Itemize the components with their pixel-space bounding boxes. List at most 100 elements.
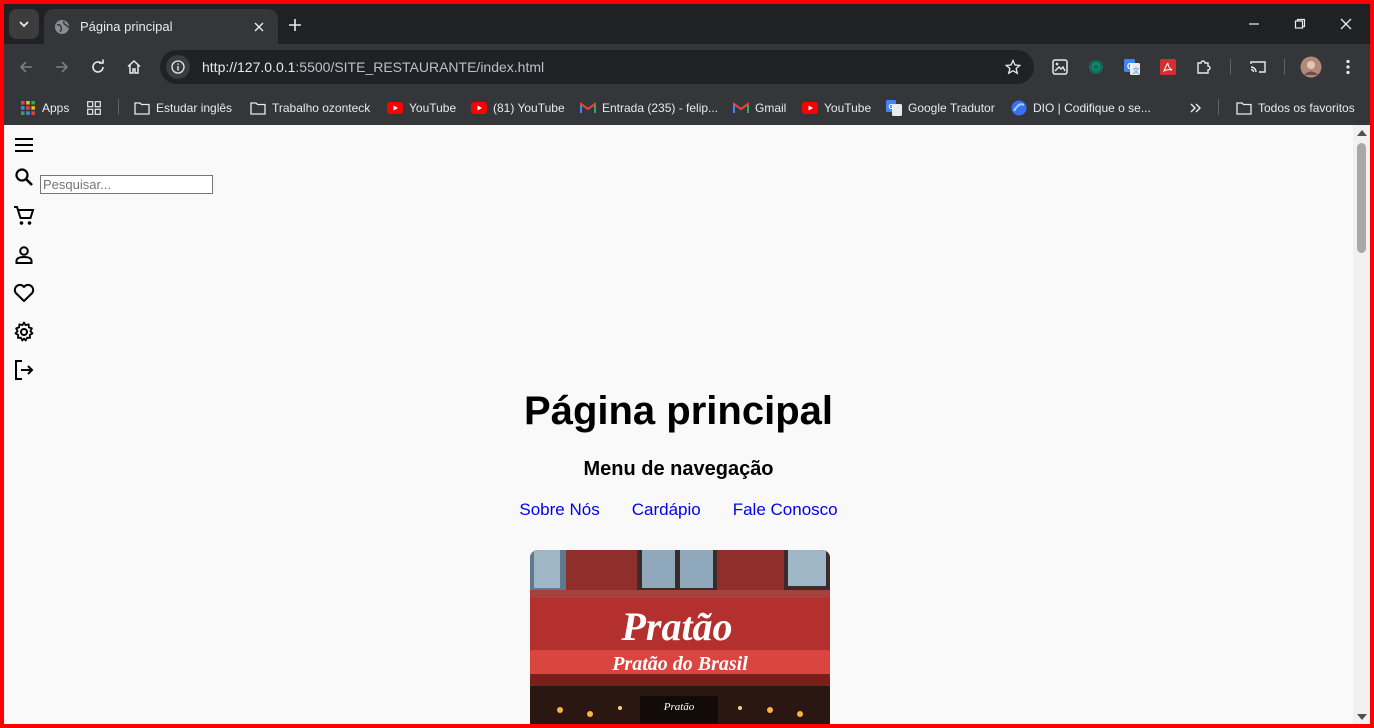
apps-grid-icon bbox=[20, 100, 36, 116]
nav-link-sobre-nos[interactable]: Sobre Nós bbox=[519, 500, 599, 520]
svg-text:文: 文 bbox=[1133, 66, 1140, 75]
page-scrollbar[interactable] bbox=[1353, 125, 1370, 724]
extension-translate-button[interactable]: G文 bbox=[1122, 57, 1142, 77]
globe-icon bbox=[55, 19, 69, 34]
avatar-icon bbox=[1300, 56, 1322, 78]
new-tab-button[interactable] bbox=[284, 14, 306, 36]
bookmark-label: Gmail bbox=[755, 101, 787, 115]
extension-pdf-button[interactable] bbox=[1158, 57, 1178, 77]
star-icon bbox=[1005, 59, 1021, 75]
bookmark-link[interactable]: G Google Tradutor bbox=[886, 98, 995, 118]
tab-close-button[interactable] bbox=[250, 18, 268, 36]
restore-button[interactable] bbox=[1278, 10, 1322, 38]
toolbar-divider bbox=[1284, 59, 1285, 75]
profile-avatar-button[interactable] bbox=[1300, 56, 1322, 78]
browser-toolbar: http://127.0.0.1:5500/SITE_RESTAURANTE/i… bbox=[4, 44, 1370, 90]
youtube-icon bbox=[387, 100, 403, 116]
address-bar[interactable]: http://127.0.0.1:5500/SITE_RESTAURANTE/i… bbox=[160, 50, 1034, 84]
extension-chatgpt-button[interactable] bbox=[1086, 57, 1106, 77]
url-text[interactable]: http://127.0.0.1:5500/SITE_RESTAURANTE/i… bbox=[202, 59, 1002, 75]
bookmark-link[interactable]: Gmail bbox=[733, 98, 786, 118]
bookmark-label: Entrada (235) - felip... bbox=[602, 101, 719, 115]
openai-icon bbox=[1089, 60, 1103, 74]
tab-strip: Página principal bbox=[4, 4, 1370, 44]
bookmark-link[interactable]: YouTube bbox=[802, 98, 871, 118]
bookmark-link[interactable]: Entrada (235) - felip... bbox=[580, 98, 718, 118]
close-window-button[interactable] bbox=[1324, 10, 1368, 38]
user-icon bbox=[15, 246, 33, 264]
menu-button[interactable] bbox=[12, 133, 36, 157]
cast-icon bbox=[1250, 61, 1266, 73]
logout-icon bbox=[15, 360, 34, 380]
bookmark-link[interactable]: (81) YouTube bbox=[471, 98, 565, 118]
user-button[interactable] bbox=[12, 243, 36, 267]
browser-menu-button[interactable] bbox=[1338, 57, 1358, 77]
bookmark-folder[interactable]: Trabalho ozonteck bbox=[250, 98, 370, 118]
folder-icon bbox=[134, 100, 150, 116]
cart-button[interactable] bbox=[12, 204, 36, 228]
back-button[interactable] bbox=[14, 55, 38, 79]
search-icon bbox=[15, 168, 33, 186]
hero-small-sign-text: Pratão bbox=[663, 701, 695, 713]
reload-button[interactable] bbox=[86, 55, 110, 79]
hero-sign-text: Pratão bbox=[620, 604, 732, 649]
arrow-right-icon bbox=[56, 61, 69, 73]
minimize-button[interactable] bbox=[1232, 10, 1276, 38]
home-button[interactable] bbox=[122, 55, 146, 79]
extensions-button[interactable] bbox=[1194, 57, 1214, 77]
tab-groups-icon bbox=[86, 100, 102, 116]
scroll-down-arrow[interactable] bbox=[1357, 714, 1367, 720]
tab-search-button[interactable] bbox=[9, 9, 39, 39]
scroll-up-arrow[interactable] bbox=[1357, 130, 1367, 136]
search-button[interactable] bbox=[12, 165, 36, 189]
bookmark-folder[interactable]: Estudar inglês bbox=[134, 98, 232, 118]
site-info-icon[interactable] bbox=[166, 55, 190, 79]
cart-icon bbox=[14, 206, 35, 225]
nav-link-cardapio[interactable]: Cardápio bbox=[632, 500, 701, 520]
bookmark-label: YouTube bbox=[409, 101, 457, 115]
nav-heading: Menu de navegação bbox=[583, 458, 774, 480]
favorites-button[interactable] bbox=[12, 281, 36, 305]
folder-icon bbox=[1236, 100, 1252, 116]
bookmark-label: Todos os favoritos bbox=[1258, 101, 1355, 115]
bookmark-label: Trabalho ozonteck bbox=[272, 101, 371, 115]
svg-text:G: G bbox=[889, 104, 895, 111]
logout-button[interactable] bbox=[12, 358, 36, 382]
toolbar-divider bbox=[1230, 59, 1231, 75]
bookmark-apps[interactable]: Apps bbox=[20, 98, 69, 118]
more-vertical-icon bbox=[1346, 59, 1350, 75]
image-icon bbox=[1052, 59, 1068, 75]
cast-button[interactable] bbox=[1248, 57, 1268, 77]
tab-title: Página principal bbox=[80, 19, 173, 34]
scrollbar-thumb[interactable] bbox=[1357, 143, 1366, 253]
tab-active[interactable]: Página principal bbox=[44, 9, 278, 44]
close-icon bbox=[254, 22, 264, 31]
bookmark-link[interactable]: YouTube bbox=[387, 98, 456, 118]
bookmark-label: Estudar inglês bbox=[156, 101, 233, 115]
bookmark-star-button[interactable] bbox=[1002, 56, 1024, 78]
gear-icon bbox=[14, 321, 34, 342]
reload-icon bbox=[92, 59, 104, 73]
url-host: http://127.0.0.1 bbox=[202, 59, 296, 75]
nav-link-fale-conosco[interactable]: Fale Conosco bbox=[733, 500, 838, 520]
forward-button[interactable] bbox=[50, 55, 74, 79]
url-path: :5500/SITE_RESTAURANTE/index.html bbox=[295, 59, 545, 75]
bookmark-label: YouTube bbox=[824, 101, 872, 115]
pdf-icon bbox=[1160, 59, 1176, 75]
gmail-icon bbox=[580, 100, 596, 116]
heart-icon bbox=[13, 283, 35, 302]
puzzle-icon bbox=[1197, 60, 1211, 74]
settings-button[interactable] bbox=[12, 320, 36, 344]
home-icon bbox=[127, 59, 141, 74]
bookmark-all-folder[interactable]: Todos os favoritos bbox=[1236, 98, 1355, 118]
bookmark-tab-groups[interactable] bbox=[86, 98, 108, 118]
google-translate-icon: G bbox=[886, 100, 902, 116]
browser-window: Página principal http://127.0.0.1:5500/S… bbox=[4, 4, 1370, 724]
youtube-icon bbox=[802, 100, 818, 116]
search-input[interactable] bbox=[40, 175, 213, 194]
extension-image-button[interactable] bbox=[1050, 57, 1070, 77]
chevron-down-icon bbox=[19, 21, 29, 28]
plus-icon bbox=[289, 19, 301, 31]
bookmark-link[interactable]: DIO | Codifique o se... bbox=[1011, 98, 1151, 118]
more-bookmarks-button[interactable] bbox=[1188, 98, 1210, 118]
